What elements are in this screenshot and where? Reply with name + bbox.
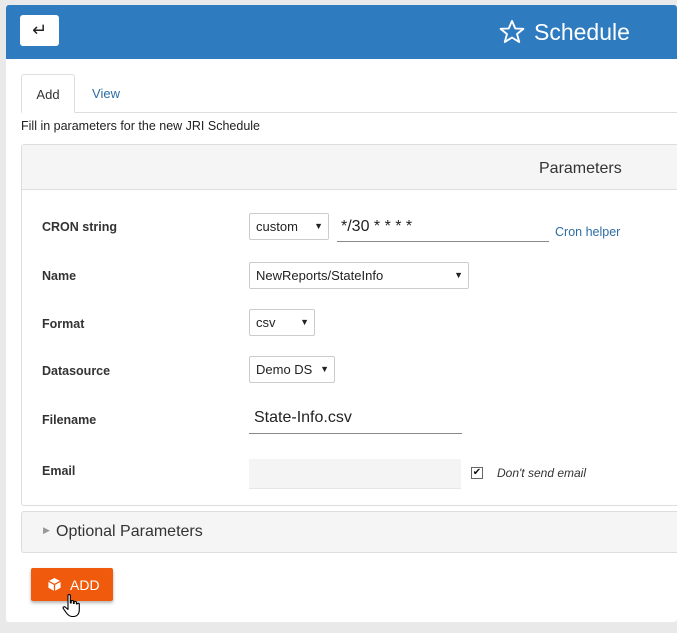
intro-text: Fill in parameters for the new JRI Sched… [21,119,260,133]
back-arrow-icon: ↵ [31,20,48,41]
dont-send-email-checkbox[interactable]: ✔ [471,467,483,479]
email-label: Email [42,464,76,478]
chevron-down-icon: ▼ [314,221,323,231]
dont-send-email-label: Don't send email [497,466,587,480]
datasource-label: Datasource [42,364,111,378]
star-icon[interactable] [498,18,526,46]
hand-cursor-icon [62,594,80,618]
tab-add[interactable]: Add [21,74,75,113]
datasource-select[interactable]: Demo DS ▼ [249,356,335,383]
schedule-window: ↵ Schedule Add View Fill in parameters f… [6,5,677,622]
chevron-down-icon: ▼ [454,270,463,280]
format-select[interactable]: csv ▼ [249,309,315,336]
parameters-panel: Parameters CRON string custom ▼ Cron hel… [21,144,677,506]
caret-right-icon: ▶ [43,525,50,535]
cron-mode-value: custom [256,219,298,234]
cron-helper-link[interactable]: Cron helper [555,225,620,239]
name-select[interactable]: NewReports/StateInfo ▼ [249,262,469,289]
filename-label: Filename [42,413,97,427]
add-button-label: ADD [70,576,100,593]
header-bar: ↵ Schedule [6,5,677,59]
optional-parameters-toggle[interactable]: ▶ Optional Parameters [21,511,677,553]
tab-bar: Add View [21,74,677,113]
optional-parameters-label: Optional Parameters [56,523,203,540]
cube-icon [48,577,61,592]
format-label: Format [42,317,85,331]
chevron-down-icon: ▼ [300,317,309,327]
name-value: NewReports/StateInfo [256,268,384,283]
tab-view[interactable]: View [75,74,137,113]
parameters-title: Parameters [539,160,622,177]
cron-string-input[interactable] [337,213,549,242]
back-button[interactable]: ↵ [20,15,59,46]
format-value: csv [256,315,276,330]
cron-label: CRON string [42,220,117,234]
chevron-down-icon: ▼ [320,364,329,374]
datasource-value: Demo DS [256,362,313,377]
header-title-group: Schedule [498,16,630,48]
page-title: Schedule [534,18,630,45]
cron-mode-select[interactable]: custom ▼ [249,213,329,240]
email-input[interactable] [249,459,461,489]
name-label: Name [42,269,77,283]
filename-input[interactable] [249,403,462,434]
parameters-header: Parameters [22,145,677,190]
